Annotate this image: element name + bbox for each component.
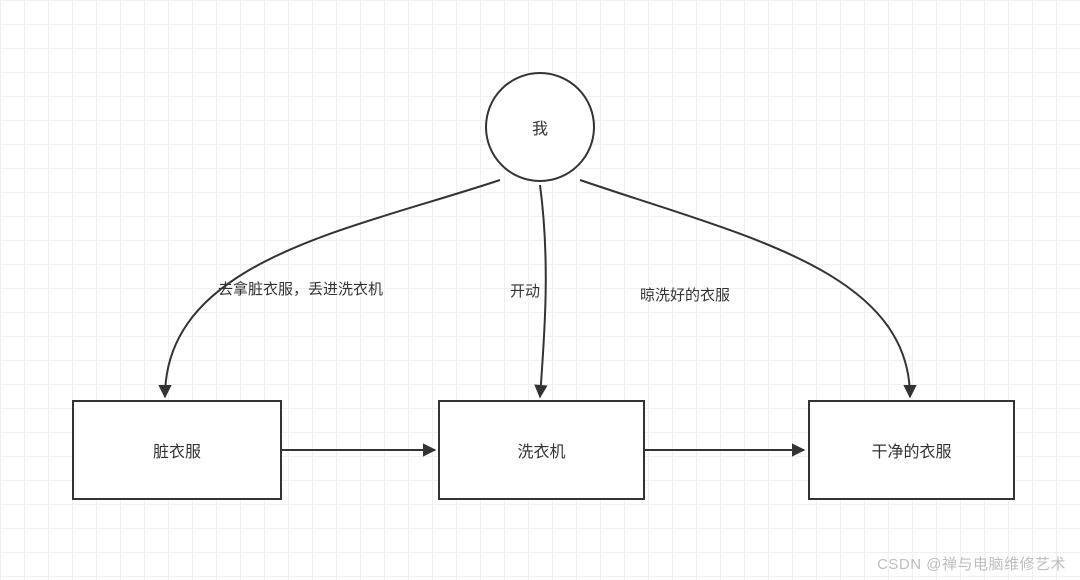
watermark-text: CSDN @禅与电脑维修艺术 <box>877 553 1066 574</box>
diagram-canvas: 我 脏衣服 洗衣机 干净的衣服 去拿脏衣服，丢进洗衣机 开动 晾洗好的衣服 <box>0 0 1080 580</box>
edge-actor-to-dirty <box>165 180 500 397</box>
edge-actor-to-washer <box>540 185 546 397</box>
edge-actor-to-clean <box>580 180 910 397</box>
connector-layer <box>0 0 1080 580</box>
